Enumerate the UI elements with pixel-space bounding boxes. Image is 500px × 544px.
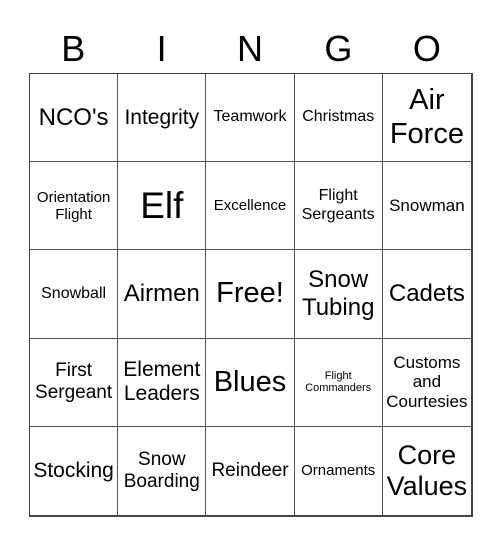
bingo-cell[interactable]: Blues [206,338,295,427]
bingo-cell[interactable]: Air Force [382,74,471,163]
header-letter-n: N [237,28,264,69]
bingo-cell[interactable]: Snow Tubing [294,250,383,339]
header-letter-b: B [61,28,86,69]
bingo-cell[interactable]: NCO's [30,74,119,163]
bingo-cell[interactable]: Free! [206,250,295,339]
bingo-cell[interactable]: Integrity [118,74,207,163]
bingo-cell[interactable]: Snow Boarding [118,426,207,515]
bingo-cell[interactable]: Elf [118,162,207,251]
bingo-cell[interactable]: Airmen [118,250,207,339]
header-letter-o: O [412,28,441,69]
bingo-cell[interactable]: First Sergeant [30,338,119,427]
bingo-cell[interactable]: Flight Sergeants [294,162,383,251]
bingo-cell[interactable]: Ornaments [295,426,383,515]
bingo-cell[interactable]: Flight Commanders [294,338,383,427]
bingo-cell[interactable]: Core Values [383,427,471,515]
bingo-cell[interactable]: Teamwork [206,74,295,163]
bingo-cell[interactable]: Orientation Flight [30,162,119,251]
bingo-cell[interactable]: Snowball [30,250,119,339]
header-letter-g: G [324,28,353,69]
bingo-cell[interactable]: Stocking [30,426,119,515]
bingo-cell[interactable]: Snowman [382,162,471,251]
bingo-cell[interactable]: Customs and Courtesies [382,339,471,427]
header-letter-i: I [156,28,167,69]
bingo-grid: NCO's Integrity Teamwork Christmas Air F… [29,73,473,517]
bingo-cell[interactable]: Cadets [382,250,471,339]
bingo-cell[interactable]: Excellence [206,162,295,251]
bingo-header: B I N G O [29,26,471,72]
bingo-cell[interactable]: Reindeer [206,426,295,515]
bingo-cell[interactable]: Christmas [294,74,383,163]
bingo-cell[interactable]: Element Leaders [118,338,207,427]
